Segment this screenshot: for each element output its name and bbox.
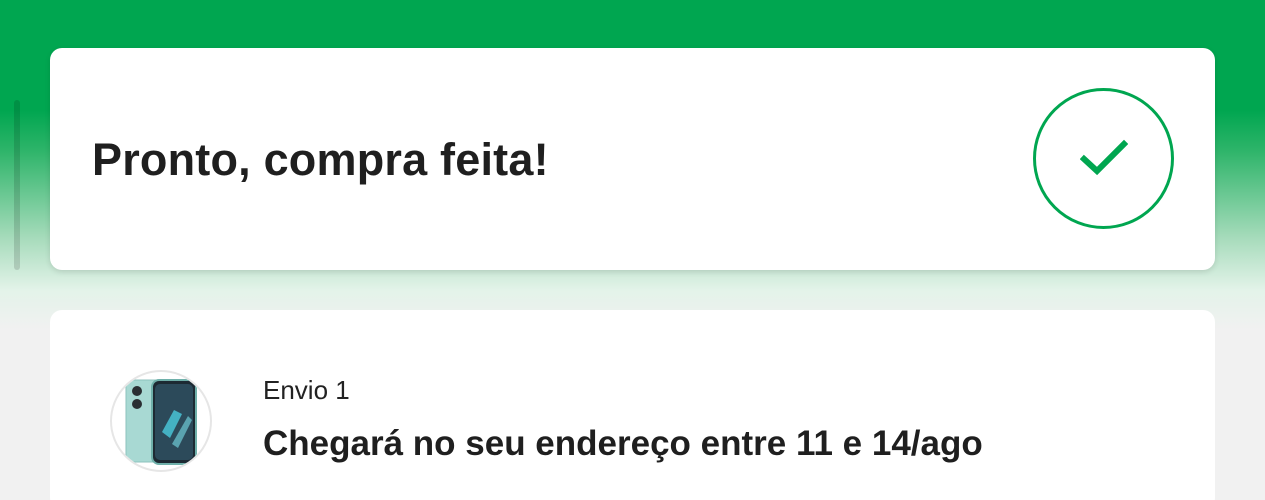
success-title: Pronto, compra feita! bbox=[92, 134, 549, 185]
shipment-label: Envio 1 bbox=[263, 375, 350, 405]
smartphone-icon bbox=[125, 379, 197, 465]
success-check-badge bbox=[1033, 88, 1174, 229]
shipment-card[interactable]: Envio 1 Chegará no seu endereço entre 11… bbox=[50, 310, 1215, 500]
product-thumbnail bbox=[110, 370, 212, 472]
check-icon bbox=[1080, 139, 1128, 176]
delivery-estimate: Chegará no seu endereço entre 11 e 14/ag… bbox=[263, 424, 983, 463]
scroll-indicator[interactable] bbox=[14, 100, 20, 270]
purchase-success-card: Pronto, compra feita! bbox=[50, 48, 1215, 270]
